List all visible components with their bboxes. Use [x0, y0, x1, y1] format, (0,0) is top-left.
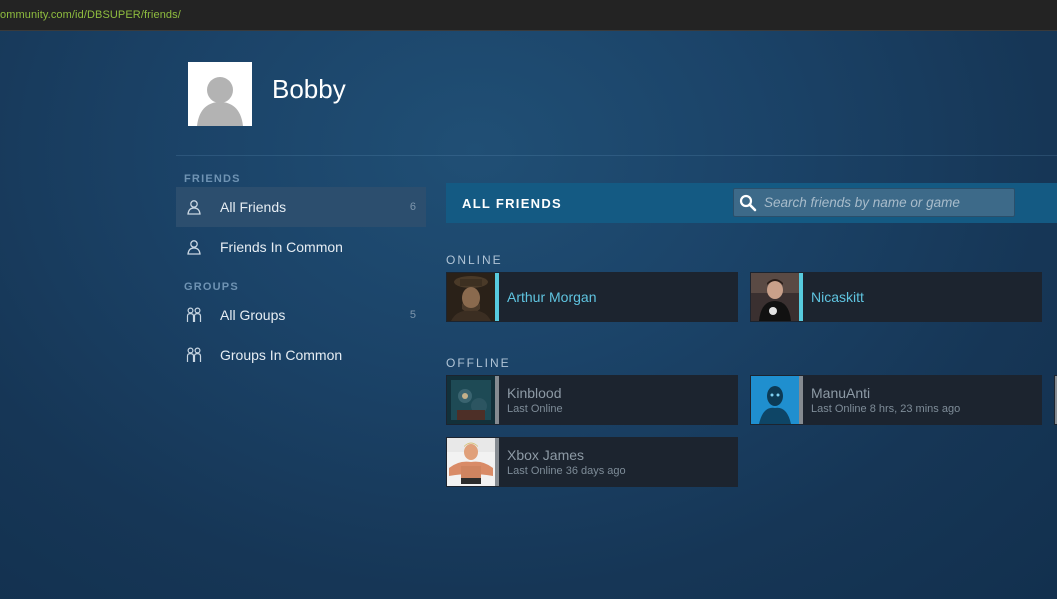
- group-icon: [185, 306, 203, 324]
- friend-avatar: [447, 273, 495, 321]
- friends-heading: FRIENDS: [184, 173, 241, 185]
- profile-name[interactable]: Bobby: [272, 74, 346, 105]
- sidebar-item-label: All Friends: [220, 199, 287, 215]
- friend-status: Last Online: [507, 403, 563, 415]
- friend-avatar: [447, 376, 495, 424]
- friend-card[interactable]: Xbox James Last Online 36 days ago: [446, 437, 738, 487]
- friend-status: Last Online 8 hrs, 23 mins ago: [811, 403, 961, 415]
- content-header: ALL FRIENDS: [446, 183, 1057, 223]
- friend-name: Xbox James: [507, 447, 585, 463]
- sidebar-item-label: Groups In Common: [220, 347, 343, 363]
- sidebar-item-all-friends[interactable]: All Friends 6: [176, 187, 426, 227]
- friend-avatar: [447, 438, 495, 486]
- friend-card[interactable]: Arthur Morgan: [446, 272, 738, 322]
- friend-name: Kinblood: [507, 385, 562, 401]
- sidebar-item-label: All Groups: [220, 307, 286, 323]
- url-text[interactable]: ommunity.com/id/DBSUPER/friends/: [0, 9, 181, 21]
- search-box[interactable]: [733, 188, 1015, 217]
- search-icon: [739, 194, 757, 212]
- friend-name: Nicaskitt: [811, 289, 864, 305]
- offline-section-label: OFFLINE: [446, 356, 511, 370]
- group-icon: [185, 346, 203, 364]
- friend-card[interactable]: ManuAnti Last Online 8 hrs, 23 mins ago: [750, 375, 1042, 425]
- sidebar-item-all-groups[interactable]: All Groups 5: [176, 295, 426, 335]
- sidebar-item-groups-in-common[interactable]: Groups In Common: [176, 335, 426, 375]
- browser-url-bar[interactable]: ommunity.com/id/DBSUPER/friends/: [0, 0, 1057, 31]
- groups-heading: GROUPS: [184, 281, 239, 293]
- friend-card[interactable]: Kinblood Last Online: [446, 375, 738, 425]
- search-input[interactable]: [764, 195, 1004, 210]
- sidebar-item-friends-in-common[interactable]: Friends In Common: [176, 227, 426, 267]
- online-section-label: ONLINE: [446, 253, 503, 267]
- friend-card[interactable]: Nicaskitt: [750, 272, 1042, 322]
- person-icon: [185, 238, 203, 256]
- groups-count: 5: [409, 309, 416, 321]
- person-icon: [185, 198, 203, 216]
- content-title: ALL FRIENDS: [462, 196, 563, 211]
- header-divider: [176, 155, 1057, 156]
- friend-status: Last Online 36 days ago: [507, 465, 626, 477]
- friends-count: 6: [409, 201, 416, 213]
- friend-avatar: [751, 376, 799, 424]
- friend-avatar: [751, 273, 799, 321]
- default-avatar-icon: [188, 62, 252, 126]
- friend-name: Arthur Morgan: [507, 289, 597, 305]
- sidebar-item-label: Friends In Common: [220, 239, 343, 255]
- avatar[interactable]: [188, 62, 252, 126]
- friend-name: ManuAnti: [811, 385, 871, 401]
